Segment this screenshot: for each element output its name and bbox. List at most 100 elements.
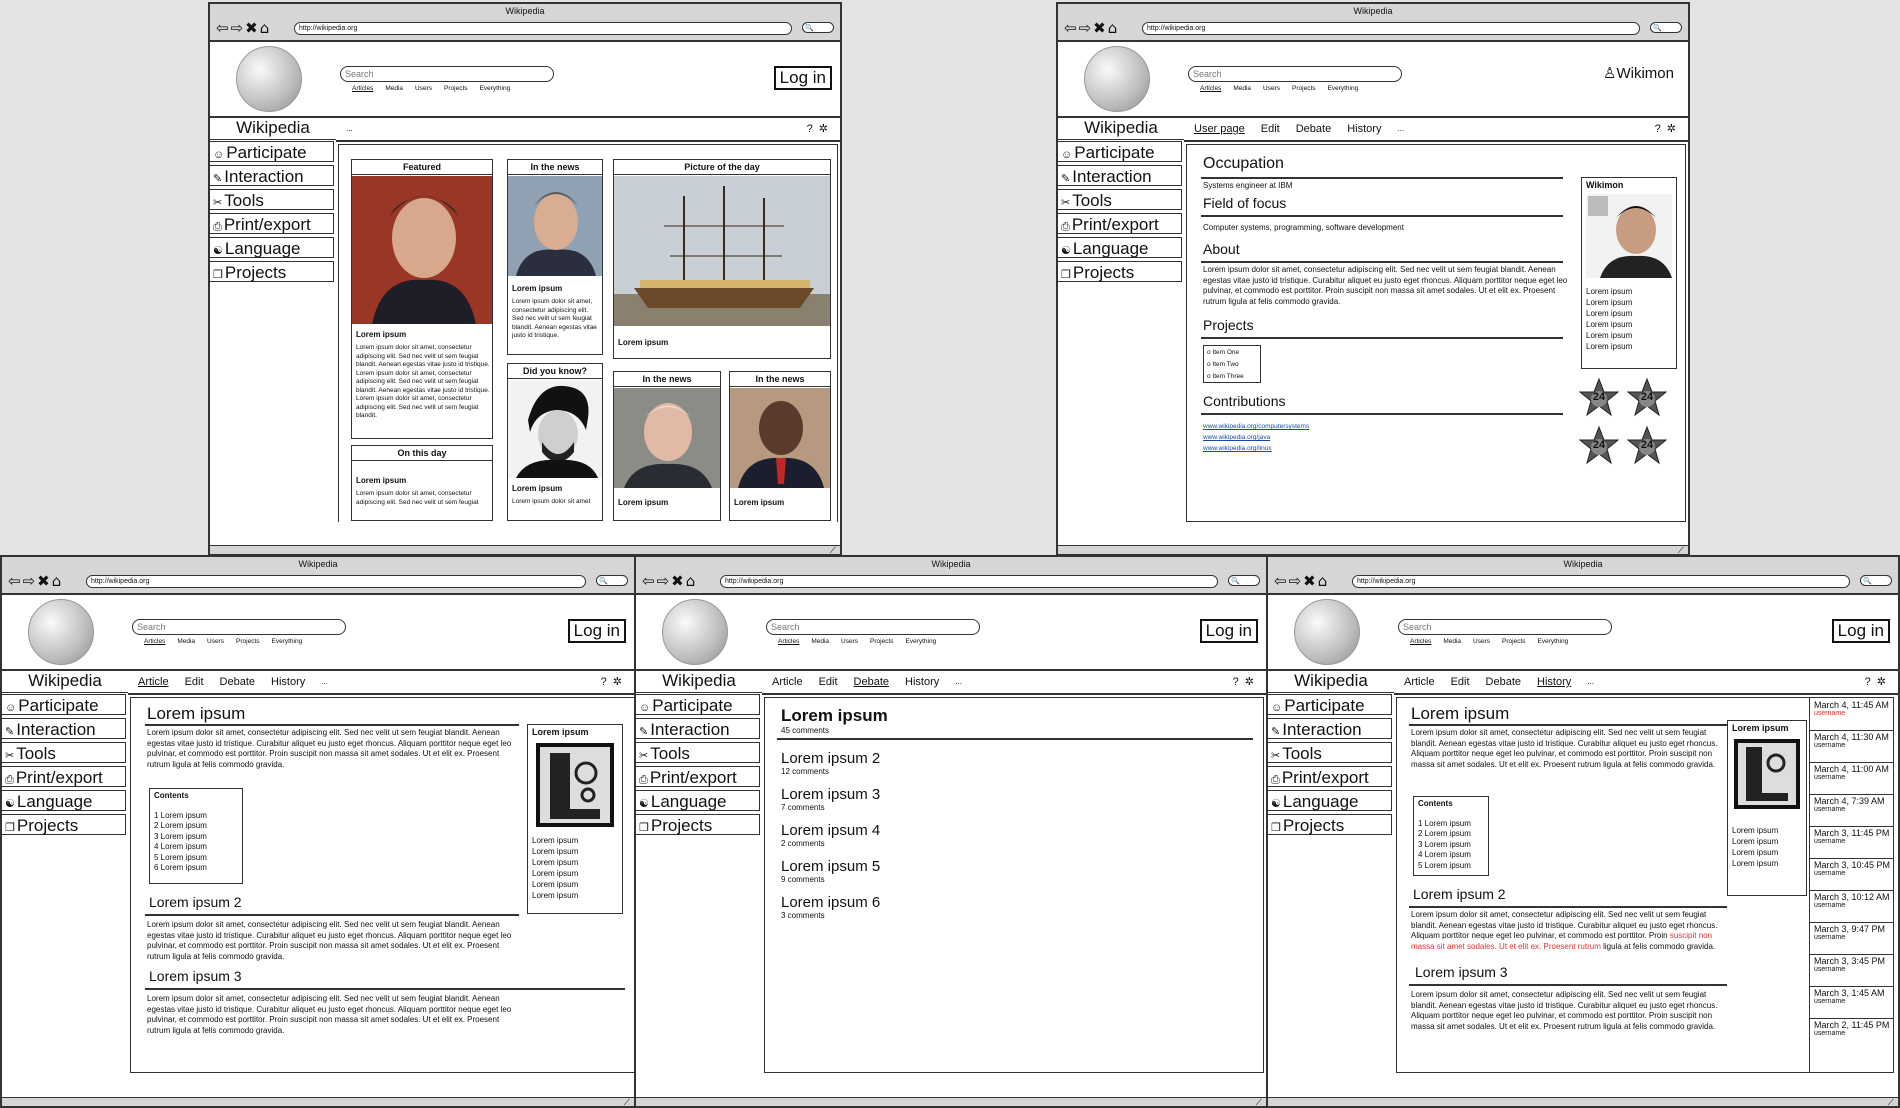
site-search-input[interactable]: Search bbox=[1188, 66, 1402, 82]
search-scope-projects[interactable]: Projects bbox=[1292, 85, 1315, 92]
debate-topic-title[interactable]: Lorem ipsum 4 bbox=[781, 822, 880, 839]
browser-nav-buttons[interactable]: ⇦⇨✖⌂ bbox=[1064, 20, 1119, 37]
url-field[interactable]: http://wikipedia.org bbox=[720, 575, 1218, 588]
tab-debate[interactable]: Debate bbox=[1486, 671, 1521, 693]
revision-entry[interactable]: March 3, 1:45 AM username bbox=[1814, 988, 1893, 1005]
resize-grip-icon[interactable]: ⟋ bbox=[830, 546, 836, 555]
tab-edit[interactable]: Edit bbox=[185, 671, 204, 693]
tab-history[interactable]: History bbox=[271, 671, 305, 693]
help-icon[interactable]: ? bbox=[1655, 123, 1667, 135]
contents-item[interactable]: 1 Lorem ipsum bbox=[154, 811, 238, 822]
resize-grip-icon[interactable]: ⟋ bbox=[1678, 546, 1684, 555]
tabs-more[interactable]: ... bbox=[955, 671, 962, 693]
search-scope-users[interactable]: Users bbox=[1473, 638, 1490, 645]
browser-search-field[interactable]: 🔍 bbox=[596, 575, 628, 586]
sidebar-item-projects[interactable]: ❐ Projects bbox=[2, 814, 126, 835]
debate-topic-title[interactable]: Lorem ipsum 3 bbox=[781, 786, 880, 803]
site-search-input[interactable]: Search bbox=[1398, 619, 1612, 635]
revision-entry[interactable]: March 3, 10:45 PM username bbox=[1814, 860, 1893, 877]
sidebar-item-language[interactable]: ☯ Language bbox=[1268, 790, 1392, 811]
search-scope-articles[interactable]: Articles bbox=[144, 638, 165, 645]
contents-item[interactable]: 6 Lorem ipsum bbox=[154, 863, 238, 874]
tab-article[interactable]: Article bbox=[138, 671, 169, 693]
wikipedia-logo[interactable]: Wikipedia bbox=[662, 599, 728, 665]
url-field[interactable]: http://wikipedia.org bbox=[294, 22, 792, 35]
debate-topic-title[interactable]: Lorem ipsum 2 bbox=[781, 750, 880, 767]
sidebar-item-interaction[interactable]: ✎ Interaction bbox=[1268, 718, 1392, 739]
browser-search-field[interactable]: 🔍 bbox=[1860, 575, 1892, 586]
login-button[interactable]: Log in bbox=[567, 619, 626, 643]
contents-item[interactable]: 4 Lorem ipsum bbox=[1418, 850, 1484, 861]
search-scope-projects[interactable]: Projects bbox=[236, 638, 259, 645]
debate-topic-title[interactable]: Lorem ipsum 5 bbox=[781, 858, 880, 875]
contents-item[interactable]: 2 Lorem ipsum bbox=[1418, 829, 1484, 840]
sidebar-item-interaction[interactable]: ✎ Interaction bbox=[1058, 165, 1182, 186]
url-field[interactable]: http://wikipedia.org bbox=[86, 575, 586, 588]
search-scope-everything[interactable]: Everything bbox=[906, 638, 937, 645]
search-scope-users[interactable]: Users bbox=[415, 85, 432, 92]
sidebar-item-tools[interactable]: ✂ Tools bbox=[210, 189, 334, 210]
sidebar-item-tools[interactable]: ✂ Tools bbox=[636, 742, 760, 763]
wikipedia-logo[interactable]: Wikipedia bbox=[236, 46, 302, 112]
sidebar-item-tools[interactable]: ✂ Tools bbox=[1058, 189, 1182, 210]
tab-debate[interactable]: Debate bbox=[220, 671, 255, 693]
sidebar-item-projects[interactable]: ❐ Projects bbox=[210, 261, 334, 282]
url-field[interactable]: http://wikipedia.org bbox=[1352, 575, 1850, 588]
sidebar-item-interaction[interactable]: ✎ Interaction bbox=[636, 718, 760, 739]
search-scope-users[interactable]: Users bbox=[207, 638, 224, 645]
tab-edit[interactable]: Edit bbox=[1451, 671, 1470, 693]
contents-item[interactable]: 1 Lorem ipsum bbox=[1418, 819, 1484, 830]
sidebar-item-participate[interactable]: ☺ Participate bbox=[2, 694, 126, 715]
tabs-more[interactable]: ... bbox=[1397, 118, 1404, 140]
contribution-link[interactable]: www.wikipedia.org/computersystems bbox=[1203, 423, 1309, 432]
sidebar-title[interactable]: Wikipedia bbox=[636, 670, 762, 693]
project-item[interactable]: o Item Two bbox=[1207, 359, 1257, 371]
sidebar-item-participate[interactable]: ☺ Participate bbox=[1058, 141, 1182, 162]
sidebar-item-tools[interactable]: ✂ Tools bbox=[2, 742, 126, 763]
search-scope-articles[interactable]: Articles bbox=[1410, 638, 1431, 645]
help-icon[interactable]: ? bbox=[1233, 676, 1245, 688]
search-scope-projects[interactable]: Projects bbox=[444, 85, 467, 92]
browser-nav-buttons[interactable]: ⇦⇨✖⌂ bbox=[216, 20, 271, 37]
revision-entry[interactable]: March 4, 11:45 AM username bbox=[1814, 700, 1893, 717]
debate-topic-title[interactable]: Lorem ipsum 6 bbox=[781, 894, 880, 911]
sidebar-title[interactable]: Wikipedia bbox=[2, 670, 128, 693]
contents-item[interactable]: 3 Lorem ipsum bbox=[1418, 840, 1484, 851]
sidebar-item-tools[interactable]: ✂ Tools bbox=[1268, 742, 1392, 763]
site-search-input[interactable]: Search bbox=[340, 66, 554, 82]
search-scope-media[interactable]: Media bbox=[177, 638, 195, 645]
browser-nav-buttons[interactable]: ⇦⇨✖⌂ bbox=[642, 573, 697, 590]
tab-history[interactable]: History bbox=[1537, 671, 1571, 693]
debate-topic-title[interactable]: Lorem ipsum bbox=[781, 706, 888, 726]
help-icon[interactable]: ? bbox=[807, 123, 819, 135]
contents-item[interactable]: 2 Lorem ipsum bbox=[154, 821, 238, 832]
search-scope-everything[interactable]: Everything bbox=[1328, 85, 1359, 92]
sidebar-title[interactable]: Wikipedia bbox=[1268, 670, 1394, 693]
tab-user-page[interactable]: User page bbox=[1194, 118, 1245, 140]
sidebar-item-projects[interactable]: ❐ Projects bbox=[1058, 261, 1182, 282]
login-button[interactable]: Log in bbox=[1831, 619, 1890, 643]
settings-icon[interactable]: ✲ bbox=[1245, 676, 1260, 688]
sidebar-title[interactable]: Wikipedia bbox=[1058, 117, 1184, 140]
revision-entry[interactable]: March 3, 9:47 PM username bbox=[1814, 924, 1893, 941]
project-item[interactable]: o Item Three bbox=[1207, 371, 1257, 382]
search-scope-users[interactable]: Users bbox=[841, 638, 858, 645]
sidebar-item-print-export[interactable]: ⎙ Print/export bbox=[210, 213, 334, 234]
tab-article[interactable]: Article bbox=[1404, 671, 1435, 693]
tab-debate[interactable]: Debate bbox=[1296, 118, 1331, 140]
settings-icon[interactable]: ✲ bbox=[819, 123, 834, 135]
sidebar-item-projects[interactable]: ❐ Projects bbox=[1268, 814, 1392, 835]
tab-edit[interactable]: Edit bbox=[1261, 118, 1280, 140]
sidebar-item-interaction[interactable]: ✎ Interaction bbox=[2, 718, 126, 739]
browser-nav-buttons[interactable]: ⇦⇨✖⌂ bbox=[8, 573, 63, 590]
search-scope-articles[interactable]: Articles bbox=[778, 638, 799, 645]
sidebar-item-projects[interactable]: ❐ Projects bbox=[636, 814, 760, 835]
sidebar-item-print-export[interactable]: ⎙ Print/export bbox=[636, 766, 760, 787]
revision-entry[interactable]: March 2, 11:45 PM username bbox=[1814, 1020, 1893, 1037]
tabs-more[interactable]: ... bbox=[1587, 671, 1594, 693]
search-scope-media[interactable]: Media bbox=[811, 638, 829, 645]
tabs-more[interactable]: ... bbox=[346, 118, 353, 140]
site-search-input[interactable]: Search bbox=[766, 619, 980, 635]
tab-history[interactable]: History bbox=[1347, 118, 1381, 140]
search-scope-media[interactable]: Media bbox=[385, 85, 403, 92]
